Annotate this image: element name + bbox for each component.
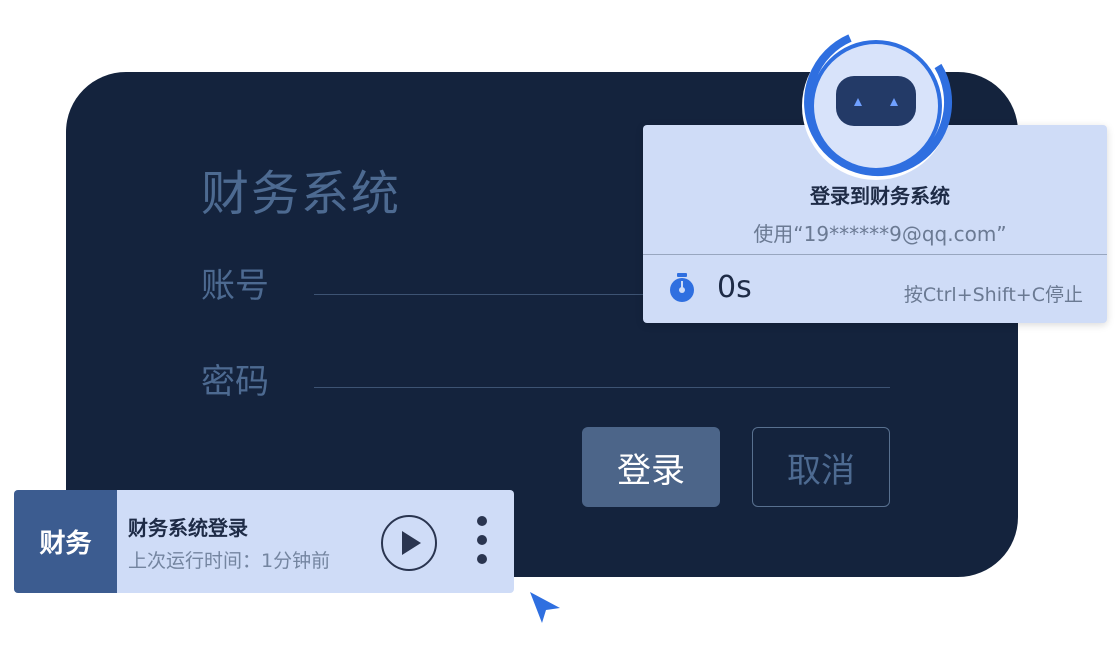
login-button[interactable]: 登录 bbox=[582, 427, 720, 507]
popup-subtitle: 使用“19******9@qq.com” bbox=[753, 222, 1007, 246]
page-title: 财务系统 bbox=[201, 166, 402, 222]
stop-hint: 按Ctrl+Shift+C停止 bbox=[903, 284, 1083, 306]
cancel-button[interactable]: 取消 bbox=[752, 427, 890, 507]
task-name: 财务系统登录 bbox=[128, 516, 248, 540]
task-last-run: 上次运行时间：1分钟前 bbox=[128, 550, 331, 572]
robot-icon bbox=[802, 32, 952, 180]
cursor-arrow-icon bbox=[530, 592, 560, 623]
task-card[interactable]: 财务 财务系统登录 上次运行时间：1分钟前 bbox=[14, 490, 514, 593]
divider bbox=[643, 254, 1107, 255]
password-label: 密码 bbox=[201, 362, 269, 402]
task-badge: 财务 bbox=[14, 490, 117, 593]
password-input[interactable] bbox=[314, 387, 890, 388]
timer-value: 0s bbox=[717, 270, 752, 305]
popup-title: 登录到财务系统 bbox=[810, 184, 950, 208]
stopwatch-icon bbox=[670, 273, 694, 302]
more-vertical-icon[interactable] bbox=[474, 514, 490, 570]
account-label: 账号 bbox=[201, 266, 269, 306]
play-icon[interactable] bbox=[380, 514, 438, 572]
